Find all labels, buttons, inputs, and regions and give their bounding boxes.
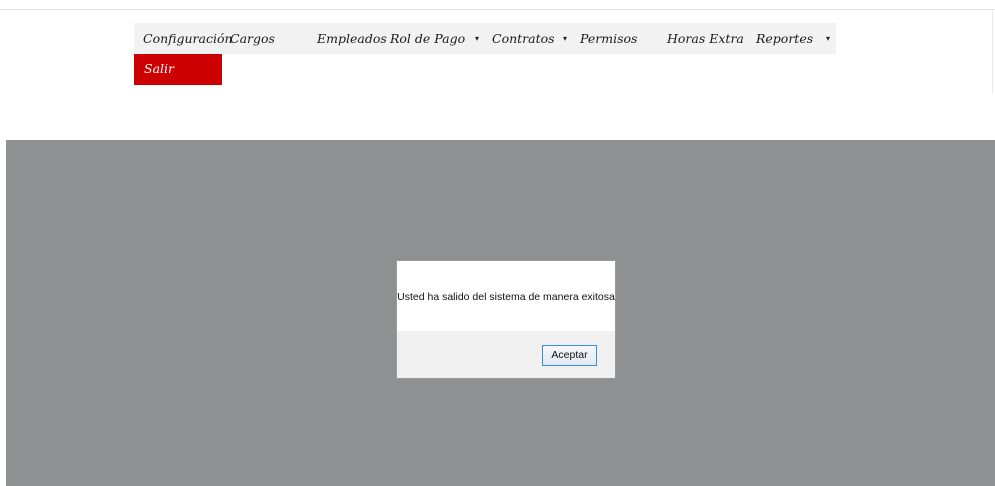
- chevron-down-icon[interactable]: ▾: [826, 23, 830, 54]
- chevron-down-icon[interactable]: ▾: [563, 23, 567, 54]
- menu-item-horas-extra[interactable]: Horas Extra: [667, 23, 744, 54]
- menu-item-empleados[interactable]: Empleados: [317, 23, 387, 54]
- menu-item-cargos[interactable]: Cargos: [230, 23, 275, 54]
- menu-item-configuracion[interactable]: Configuración: [143, 23, 233, 54]
- page: Configuración Cargos Empleados Rol de Pa…: [0, 0, 995, 486]
- chevron-down-icon[interactable]: ▾: [475, 23, 479, 54]
- right-divider: [992, 10, 993, 94]
- menu-item-contratos[interactable]: Contratos: [492, 23, 555, 54]
- top-divider: [0, 9, 995, 10]
- main-menubar: Configuración Cargos Empleados Rol de Pa…: [134, 23, 836, 54]
- menu-item-reportes[interactable]: Reportes: [756, 23, 813, 54]
- dialog-footer: Aceptar: [397, 331, 615, 378]
- logout-dialog: Usted ha salido del sistema de manera ex…: [396, 260, 616, 379]
- menu-item-permisos[interactable]: Permisos: [580, 23, 637, 54]
- accept-button[interactable]: Aceptar: [542, 345, 597, 366]
- menu-item-rol-de-pago[interactable]: Rol de Pago: [390, 23, 465, 54]
- logout-button[interactable]: Salir: [134, 54, 222, 85]
- dialog-message: Usted ha salido del sistema de manera ex…: [397, 291, 615, 303]
